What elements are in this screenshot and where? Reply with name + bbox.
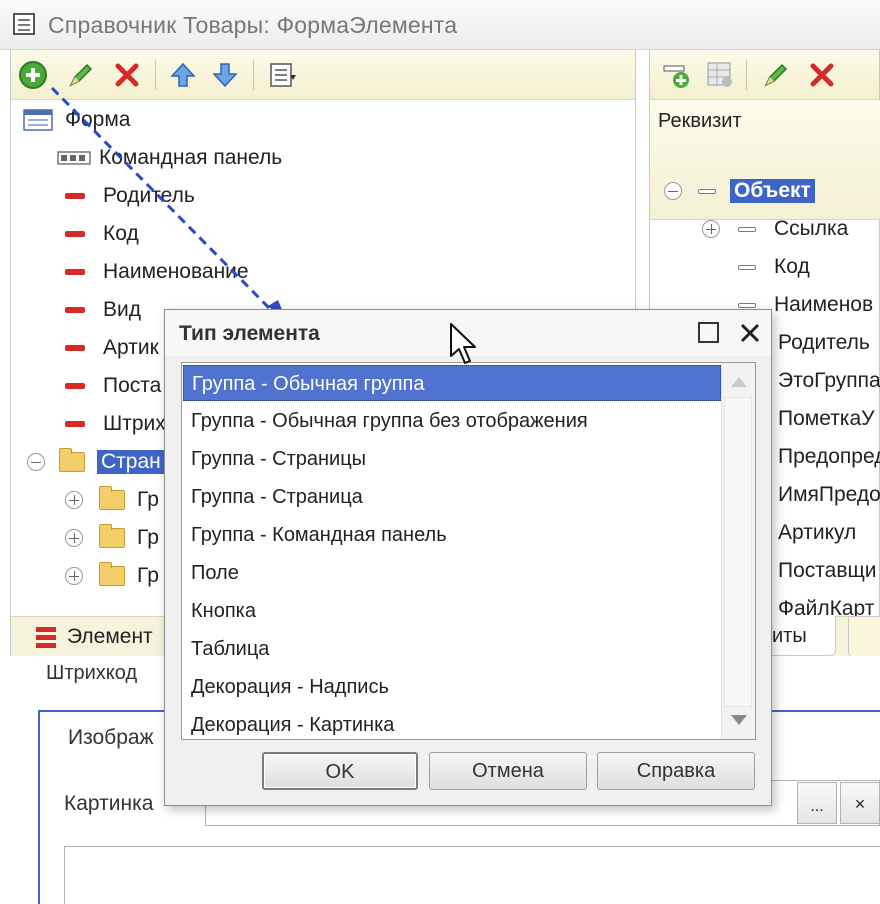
- list-scrollbar[interactable]: [721, 363, 755, 739]
- list-item[interactable]: Таблица: [183, 631, 721, 667]
- list-item[interactable]: Группа - Обычная группа: [183, 365, 721, 401]
- list-item[interactable]: Группа - Страницы: [183, 441, 721, 477]
- list-item[interactable]: Группа - Обычная группа без отображения: [183, 403, 721, 439]
- element-type-list[interactable]: Группа - Обычная группа Группа - Обычная…: [181, 362, 756, 740]
- help-button[interactable]: Справка: [597, 752, 755, 790]
- list-item[interactable]: Кнопка: [183, 593, 721, 629]
- dialog-title: Тип элемента: [179, 322, 320, 345]
- list-item[interactable]: Поле: [183, 555, 721, 591]
- list-item[interactable]: Декорация - Надпись: [183, 669, 721, 705]
- ok-button[interactable]: OK: [262, 752, 418, 790]
- scroll-up-icon[interactable]: [731, 377, 747, 387]
- list-item[interactable]: Группа - Командная панель: [183, 517, 721, 553]
- scrollbar-thumb[interactable]: [724, 397, 752, 707]
- list-item[interactable]: Декорация - Картинка: [183, 707, 721, 739]
- close-icon[interactable]: [736, 319, 764, 347]
- cancel-button[interactable]: Отмена: [429, 752, 587, 790]
- mouse-cursor-icon: [450, 323, 476, 364]
- element-type-dialog: Тип элемента Группа - Обычная группа Гру…: [164, 309, 772, 806]
- list-item[interactable]: Группа - Страница: [183, 479, 721, 515]
- maximize-icon[interactable]: [698, 322, 719, 343]
- scroll-down-icon[interactable]: [731, 715, 747, 725]
